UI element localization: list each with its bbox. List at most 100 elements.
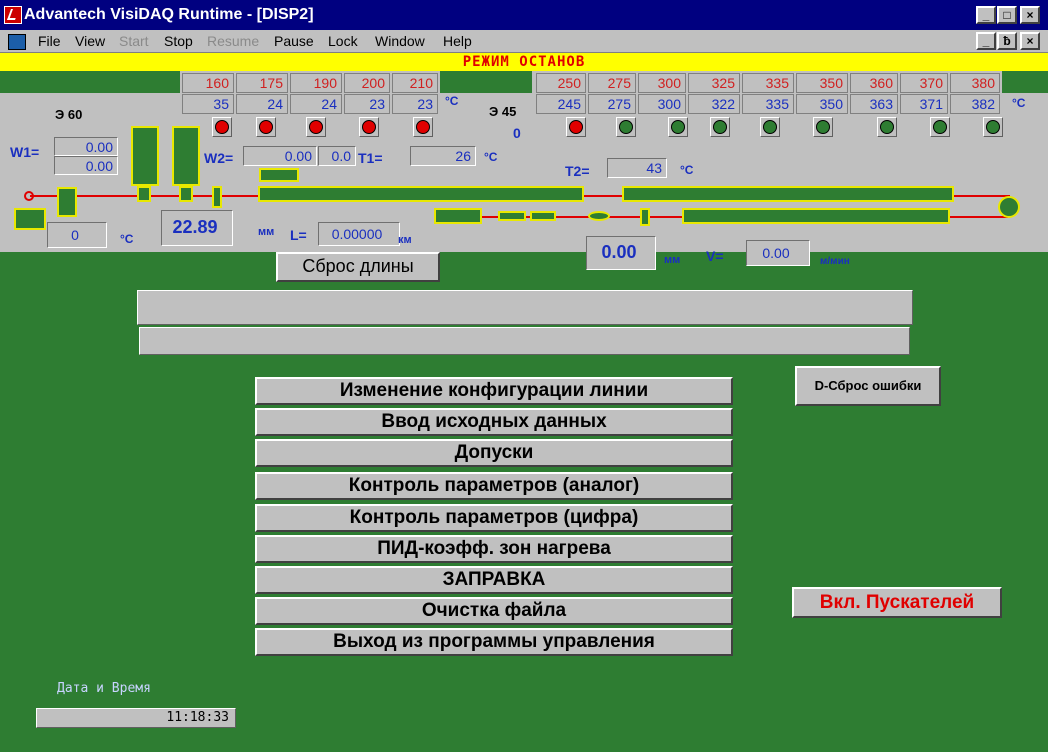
menu-stop[interactable]: Stop (164, 33, 193, 49)
e45-led-7 (877, 117, 897, 137)
t1-label: T1= (358, 150, 383, 166)
e45-led-8 (930, 117, 950, 137)
menu-pause[interactable]: Pause (274, 33, 314, 49)
t1-unit: °C (484, 150, 498, 164)
e60-led-3-dot (309, 120, 323, 134)
takeup-reel (998, 196, 1020, 218)
extruder2-head (434, 208, 482, 224)
param-analog-button[interactable]: Контроль параметров (аналог) (255, 472, 733, 500)
e45-setpoint-6: 350 (796, 73, 848, 93)
maximize-button[interactable]: □ (997, 6, 1017, 24)
e60-actual-2: 24 (236, 94, 288, 114)
reset-length-button[interactable]: Сброс длины (276, 252, 440, 282)
panel-strip-right (1002, 71, 1048, 93)
cooling-trough-3 (682, 208, 950, 224)
e45-setpoint-2: 275 (588, 73, 636, 93)
menu-lock[interactable]: Lock (328, 33, 358, 49)
length-label: L= (290, 227, 307, 243)
thickness-unit: мм (664, 254, 681, 266)
e45-led-6-dot (816, 120, 830, 134)
menu-file[interactable]: File (38, 33, 61, 49)
tolerances-button[interactable]: Допуски (255, 439, 733, 467)
param-digital-button[interactable]: Контроль параметров (цифра) (255, 504, 733, 532)
extruder1-node-1 (137, 186, 151, 202)
input-data-button[interactable]: Ввод исходных данных (255, 408, 733, 436)
e45-led-3 (668, 117, 688, 137)
capstan-block-2 (172, 126, 200, 186)
e45-led-7-dot (880, 120, 894, 134)
preheater-block (57, 187, 77, 217)
close-button[interactable]: × (1020, 6, 1040, 24)
e45-led-4 (710, 117, 730, 137)
app-icon[interactable] (4, 6, 22, 24)
e60-led-4-dot (362, 120, 376, 134)
w1-label: W1= (10, 144, 40, 160)
cooling-trough-1 (258, 186, 584, 202)
window-title: Advantech VisiDAQ Runtime - [DISP2] (24, 6, 314, 23)
child-restore-button[interactable]: ƀ (997, 32, 1017, 50)
e60-led-1 (212, 117, 232, 137)
e60-label: Э 60 (55, 107, 83, 122)
document-icon[interactable] (8, 34, 26, 50)
length-value: 0.00000 (318, 222, 400, 246)
menu-resume[interactable]: Resume (207, 33, 259, 49)
e60-setpoint-3: 190 (290, 73, 342, 93)
e60-unit-label: °C (445, 94, 459, 108)
starters-on-button[interactable]: Вкл. Пускателей (792, 587, 1002, 618)
temp-unit: °C (120, 232, 134, 246)
datetime-label: Дата и Время (57, 681, 151, 696)
e45-led-9 (983, 117, 1003, 137)
menu-view[interactable]: View (75, 33, 105, 49)
e45-actual-3: 300 (638, 94, 686, 114)
speed-unit: м/мин (820, 256, 850, 267)
child-close-button[interactable]: × (1020, 32, 1040, 50)
panel-strip-mid (440, 71, 532, 93)
diameter-value: 22.89 (161, 210, 233, 246)
e45-setpoint-7: 360 (850, 73, 898, 93)
e45-value: 0 (513, 125, 521, 141)
e45-label: Э 45 (489, 104, 517, 119)
title-bar[interactable]: Advantech VisiDAQ Runtime - [DISP2] _ □ … (0, 0, 1048, 30)
e45-actual-8: 371 (900, 94, 948, 114)
sensor-3 (588, 211, 610, 221)
e45-actual-9: 382 (950, 94, 1000, 114)
e60-actual-5: 23 (392, 94, 438, 114)
w2-block (259, 168, 299, 182)
e45-setpoint-5: 335 (742, 73, 794, 93)
speed-value: 0.00 (746, 240, 810, 266)
e60-setpoint-1: 160 (182, 73, 234, 93)
e45-setpoint-9: 380 (950, 73, 1000, 93)
length-unit: км (398, 234, 412, 246)
menu-help[interactable]: Help (443, 33, 472, 49)
minimize-button[interactable]: _ (976, 6, 996, 24)
temp-value: 0 (47, 222, 107, 248)
e45-led-2-dot (619, 120, 633, 134)
t1-value: 26 (410, 146, 476, 166)
pid-coeff-button[interactable]: ПИД-коэфф. зон нагрева (255, 535, 733, 563)
e45-actual-6: 350 (796, 94, 848, 114)
e60-setpoint-2: 175 (236, 73, 288, 93)
config-line-button[interactable]: Изменение конфигурации линии (255, 377, 733, 405)
e45-setpoint-1: 250 (536, 73, 586, 93)
threading-button[interactable]: ЗАПРАВКА (255, 566, 733, 594)
diameter-unit: мм (258, 226, 275, 238)
sensor-2 (530, 211, 556, 221)
menu-start[interactable]: Start (119, 33, 149, 49)
child-minimize-button[interactable]: _ (976, 32, 996, 50)
mode-banner: РЕЖИМ ОСТАНОВ (0, 53, 1048, 71)
e45-led-3-dot (671, 120, 685, 134)
thickness-value: 0.00 (586, 236, 656, 270)
reset-error-button[interactable]: D-Сброс ошибки (795, 366, 941, 406)
exit-program-button[interactable]: Выход из программы управления (255, 628, 733, 656)
e60-led-3 (306, 117, 326, 137)
w2-value-2: 0.0 (318, 146, 356, 166)
e45-led-6 (813, 117, 833, 137)
speed-label: V= (706, 248, 724, 264)
e45-actual-5: 335 (742, 94, 794, 114)
clear-file-button[interactable]: Очистка файла (255, 597, 733, 625)
menu-bar: File View Start Stop Resume Pause Lock W… (0, 30, 1048, 53)
e60-led-4 (359, 117, 379, 137)
menu-window[interactable]: Window (375, 33, 425, 49)
e45-led-1 (566, 117, 586, 137)
e45-setpoint-4: 325 (688, 73, 740, 93)
